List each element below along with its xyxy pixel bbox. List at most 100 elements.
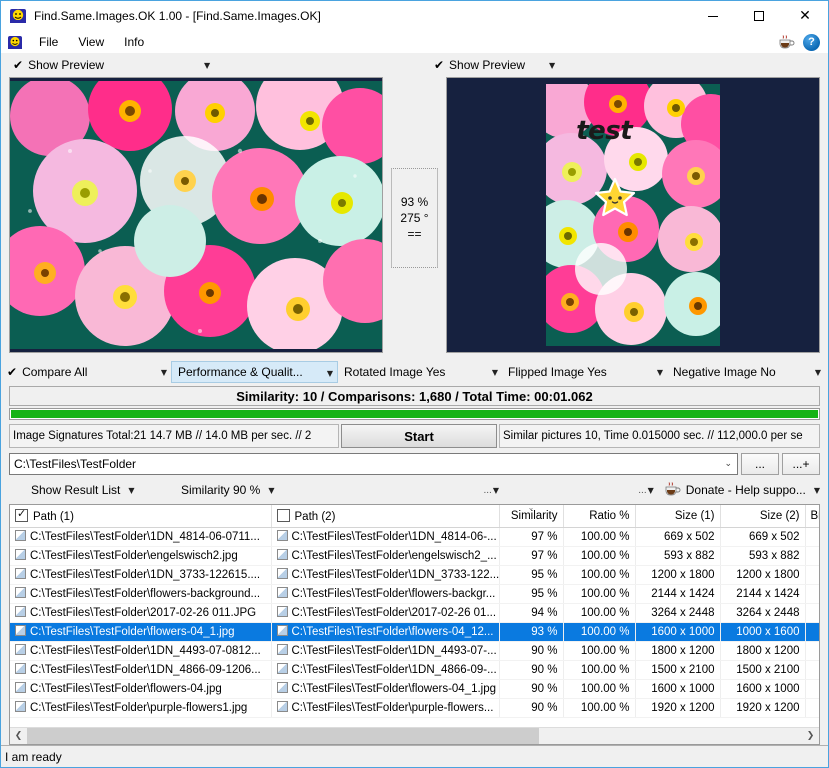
signature-stats: Image Signatures Total:21 14.7 MB // 14.… [9,424,339,448]
preview-image-right: test [546,84,721,346]
thumbnail-icon [15,568,26,579]
column-header-path-1[interactable]: Path (1) [10,505,272,528]
cell-size-2-text: 1000 x 1600 [736,625,800,638]
cell-path-1: C:\TestFiles\TestFolder\1DN_4814-06-0711… [10,527,272,547]
cell-path-2: C:\TestFiles\TestFolder\1DN_4814-06-... [271,527,500,547]
chevron-down-icon-result-list[interactable]: ▼ [128,486,134,495]
chevron-down-icon-negative[interactable]: ▼ [815,368,821,377]
cell-size-1: 1500 x 2100 [635,660,721,680]
donate-button[interactable]: Donate - Help suppo... ▼ [664,479,820,501]
scroll-right-button[interactable]: ❯ [802,731,819,741]
option-flipped-image[interactable]: Flipped Image Yes ▼ [502,361,667,383]
extra-menu-2[interactable]: ... ▼ [638,479,654,501]
table-row[interactable]: C:\TestFiles\TestFolder\1DN_3733-122615.… [10,565,819,585]
option-compare-all[interactable]: ✔ Compare All ▼ [1,361,171,383]
match-similarity-value: 93 % [400,194,429,209]
menu-item-file[interactable]: File [29,33,68,51]
scroll-left-button[interactable]: ❮ [10,731,27,741]
chevron-down-icon-donate[interactable]: ▼ [814,486,820,495]
column-header-size-1[interactable]: Size (1) [635,505,721,528]
chevron-down-icon-left[interactable]: ▼ [204,61,210,70]
cell-size-2: 1600 x 1000 [720,679,806,699]
option-rotated-image[interactable]: Rotated Image Yes ▼ [338,361,502,383]
table-row[interactable]: C:\TestFiles\TestFolder\2017-02-26 011.J… [10,603,819,623]
status-bar-text: I am ready [5,749,62,764]
select-all-path2-checkbox[interactable] [276,508,290,522]
chevron-down-icon-extra-1[interactable]: ▼ [493,486,499,495]
table-row[interactable]: C:\TestFiles\TestFolder\1DN_4866-09-1206… [10,660,819,680]
table-row[interactable]: C:\TestFiles\TestFolder\flowers-04_1.jpg… [10,622,819,642]
cell-path-2-text: C:\TestFiles\TestFolder\2017-02-26 01... [291,607,497,619]
maximize-button[interactable] [736,1,782,31]
option-performance-quality-label: Performance & Qualit... [178,365,303,379]
cell-brightness [805,527,819,547]
chevron-down-icon-similarity[interactable]: ▼ [268,486,274,495]
cell-similarity-text: 95 % [531,587,558,600]
table-row[interactable]: C:\TestFiles\TestFolder\1DN_4493-07-0812… [10,641,819,661]
thumbnail-icon [15,549,26,560]
select-all-path1-checkbox[interactable] [15,507,28,522]
option-negative-image-label: Negative Image No [673,365,776,379]
table-row[interactable]: C:\TestFiles\TestFolder\flowers-04.jpg C:… [10,679,819,699]
cell-path-2: C:\TestFiles\TestFolder\flowers-04_12... [271,622,500,642]
show-preview-right-toggle[interactable]: ✔ Show Preview ▼ [424,53,828,77]
scrollbar-track[interactable] [27,727,802,744]
cell-ratio: 100.00 % [563,527,636,547]
cell-similarity: 90 % [499,660,564,680]
show-preview-left-toggle[interactable]: ✔ Show Preview ▼ [1,53,424,77]
column-header-path-2[interactable]: Path (2) [271,505,500,528]
chevron-down-icon-rotated[interactable]: ▼ [492,368,498,377]
close-icon: ✕ [799,8,811,24]
cell-brightness [805,546,819,566]
cell-size-1-text: 1600 x 1000 [651,682,715,695]
option-performance-quality[interactable]: Performance & Qualit... ▼ [171,361,338,383]
thumbnail-icon [15,701,26,712]
show-preview-left-label: Show Preview [28,58,105,72]
table-row[interactable]: C:\TestFiles\TestFolder\flowers-backgrou… [10,584,819,604]
chevron-down-icon-extra-2[interactable]: ▼ [648,486,654,495]
cell-size-1: 593 x 882 [635,546,721,566]
cell-path-1-text: C:\TestFiles\TestFolder\2017-02-26 011.J… [30,607,257,619]
table-row[interactable]: C:\TestFiles\TestFolder\1DN_4814-06-0711… [10,527,819,547]
table-row[interactable]: C:\TestFiles\TestFolder\purple-flowers1.… [10,698,819,718]
add-folder-button[interactable]: ...+ [782,453,820,475]
scrollbar-thumb[interactable] [27,727,539,744]
horizontal-scrollbar[interactable]: ❮ ❯ [10,727,819,744]
help-icon[interactable]: ? [803,33,820,51]
column-header-brightness[interactable]: Brigh [805,505,819,528]
cell-path-2-text: C:\TestFiles\TestFolder\flowers-04_1.jpg [291,683,497,695]
coffee-icon[interactable] [778,35,795,49]
cell-size-1: 1600 x 1000 [635,622,721,642]
cell-ratio-text: 100.00 % [580,606,630,619]
close-button[interactable]: ✕ [782,1,828,31]
chevron-down-icon-flipped[interactable]: ▼ [657,368,663,377]
chevron-down-icon-right[interactable]: ▼ [549,61,555,70]
minimize-button[interactable] [690,1,736,31]
chevron-down-icon-compare-all[interactable]: ▼ [161,368,167,377]
option-negative-image[interactable]: Negative Image No ▼ [667,361,825,383]
cell-path-1-text: C:\TestFiles\TestFolder\flowers-backgrou… [30,588,261,600]
menu-item-info[interactable]: Info [114,33,154,51]
column-header-ratio[interactable]: Ratio % [563,505,636,528]
thumbnail-icon [15,644,26,655]
preview-pane-right[interactable]: test [446,77,820,353]
thumbnail-icon [15,625,26,636]
extra-menu-1[interactable]: ... ▼ [319,479,500,501]
show-preview-right-label: Show Preview [449,58,526,72]
table-row[interactable]: C:\TestFiles\TestFolder\engelswisch2.jpg… [10,546,819,566]
column-header-size-2[interactable]: Size (2) [720,505,806,528]
menu-item-view[interactable]: View [68,33,114,51]
cell-similarity: 95 % [499,565,564,585]
column-header-similarity[interactable]: ⌄ Similarity [499,505,564,528]
preview-pane-left[interactable] [9,77,383,353]
chevron-down-icon-performance[interactable]: ▼ [327,369,333,378]
cell-path-2-text: C:\TestFiles\TestFolder\purple-flowers..… [291,702,494,714]
show-result-list-button[interactable]: Show Result List ▼ [9,479,159,501]
browse-folder-button[interactable]: ... [741,453,779,475]
chevron-down-icon-path[interactable]: ⌄ [724,459,732,469]
start-button[interactable]: Start [341,424,497,448]
folder-path-input[interactable]: C:\TestFiles\TestFolder ⌄ [9,453,738,475]
menu-bar-right: ? [778,33,828,51]
thumbnail-icon [15,663,26,674]
similarity-threshold-button[interactable]: Similarity 90 % ▼ [159,479,319,501]
